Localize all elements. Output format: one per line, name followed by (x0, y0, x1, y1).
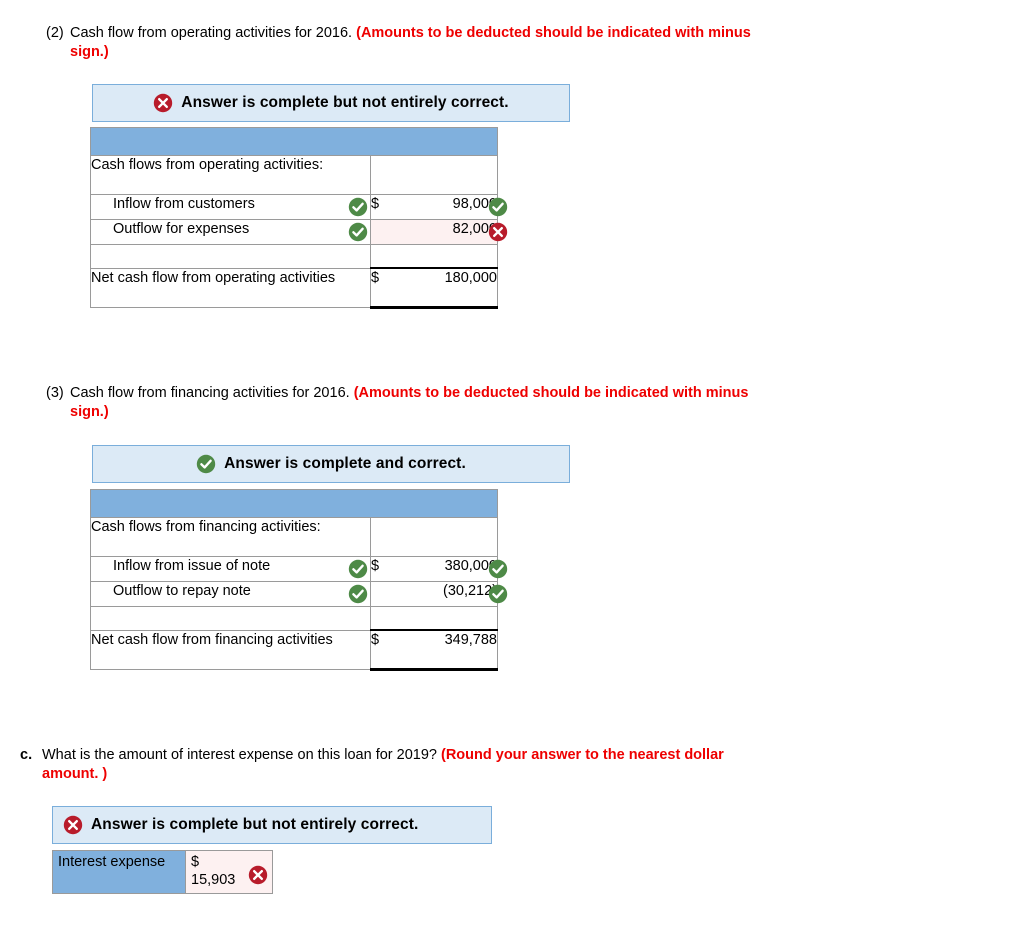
row-label-cell: Net cash flow from financing activities (90, 629, 371, 670)
table-row: Outflow for expenses 82,000 (90, 219, 508, 245)
table-row: Interest expense $ 15,903 (52, 850, 273, 894)
currency-symbol: $ (371, 558, 380, 574)
financing-activities-table: Cash flows from financing activities: In… (90, 517, 508, 671)
interest-expense-value-cell[interactable]: $ 15,903 (185, 850, 273, 894)
question-3-prompt: (3) Cash flow from financing activities … (46, 384, 786, 422)
operating-activities-table: Cash flows from operating activities: In… (90, 155, 508, 309)
x-circle-icon (488, 222, 508, 242)
row-value-cell[interactable]: (30,212) (370, 581, 508, 607)
row-label-cell: Cash flows from operating activities: (90, 155, 371, 195)
table-row: Outflow to repay note (30,212) (90, 581, 508, 607)
answer-status-banner-c: Answer is complete but not entirely corr… (52, 806, 492, 844)
table-row: Net cash flow from financing activities … (90, 629, 498, 671)
row-label-text: Inflow from issue of note (113, 558, 271, 574)
x-circle-icon (248, 865, 268, 885)
currency-symbol: $ (371, 196, 380, 212)
question-2-text: Cash flow from operating activities for … (70, 25, 357, 41)
interest-expense-label-cell: Interest expense (52, 850, 186, 894)
row-value-cell[interactable]: $ 380,000 (370, 556, 508, 582)
x-circle-icon (153, 93, 173, 113)
row-label-cell: Outflow for expenses (90, 219, 371, 245)
row-value-cell[interactable] (370, 244, 498, 269)
answer-status-text-3: Answer is complete and correct. (224, 455, 466, 472)
row-label-cell: Outflow to repay note (90, 581, 371, 607)
currency-symbol: $ (371, 632, 380, 648)
row-label-cell: Net cash flow from operating activities (90, 267, 371, 308)
row-value-cell[interactable]: $ 98,000 (370, 194, 508, 220)
table-header-bar-2 (90, 127, 498, 155)
question-c-prompt: c. What is the amount of interest expens… (20, 746, 780, 784)
check-circle-icon (196, 454, 216, 474)
table-row: Net cash flow from operating activities … (90, 267, 498, 309)
table-row: Cash flows from operating activities: (90, 155, 498, 195)
x-circle-icon (63, 815, 83, 835)
row-label-text: Outflow to repay note (113, 583, 251, 599)
row-label-text: Outflow for expenses (113, 221, 250, 237)
question-3-text: Cash flow from financing activities for … (70, 385, 354, 401)
table-header-bar-3 (90, 489, 498, 517)
table-row-spacer (90, 244, 498, 269)
check-circle-icon (488, 197, 508, 217)
question-3-number: (3) (46, 385, 64, 401)
check-circle-icon (348, 197, 368, 217)
operating-activities-table-wrap: Cash flows from operating activities: In… (90, 127, 508, 309)
row-value-text: 180,000 (444, 270, 497, 286)
question-c-text: What is the amount of interest expense o… (42, 747, 441, 763)
question-2-prompt: (2) Cash flow from operating activities … (46, 24, 786, 62)
answer-status-text-c: Answer is complete but not entirely corr… (91, 816, 419, 833)
question-2-number: (2) (46, 25, 64, 41)
row-value-cell: $ 349,788 (370, 629, 498, 671)
question-c-letter: c. (20, 747, 33, 763)
check-circle-icon (348, 584, 368, 604)
check-circle-icon (348, 559, 368, 579)
row-value-cell: $ 180,000 (370, 267, 498, 309)
interest-expense-table: Interest expense $ 15,903 (52, 850, 273, 894)
row-label-text: Inflow from customers (113, 196, 255, 212)
table-row: Cash flows from financing activities: (90, 517, 498, 557)
table-row-spacer (90, 606, 498, 631)
row-label-cell: Cash flows from financing activities: (90, 517, 371, 557)
answer-status-text-2: Answer is complete but not entirely corr… (181, 94, 509, 111)
check-circle-icon (488, 559, 508, 579)
check-circle-icon (348, 222, 368, 242)
answer-status-banner-3: Answer is complete and correct. (92, 445, 570, 483)
check-circle-icon (488, 584, 508, 604)
row-value-cell[interactable]: 82,000 (370, 219, 508, 245)
row-label-cell: Inflow from customers (90, 194, 371, 220)
table-row: Inflow from customers $ 98,000 (90, 194, 508, 220)
answer-status-banner-2: Answer is complete but not entirely corr… (92, 84, 570, 122)
row-value-cell[interactable] (370, 517, 498, 557)
row-label-cell: Inflow from issue of note (90, 556, 371, 582)
currency-symbol: $ (371, 270, 380, 286)
table-row: Inflow from issue of note $ 380,000 (90, 556, 508, 582)
row-value-text: 349,788 (444, 632, 497, 648)
row-label-cell (90, 606, 371, 631)
row-value-cell[interactable] (370, 606, 498, 631)
interest-expense-value-text: 15,903 (191, 872, 236, 888)
row-label-cell (90, 244, 371, 269)
row-value-cell[interactable] (370, 155, 498, 195)
financing-activities-table-wrap: Cash flows from financing activities: In… (90, 489, 508, 671)
